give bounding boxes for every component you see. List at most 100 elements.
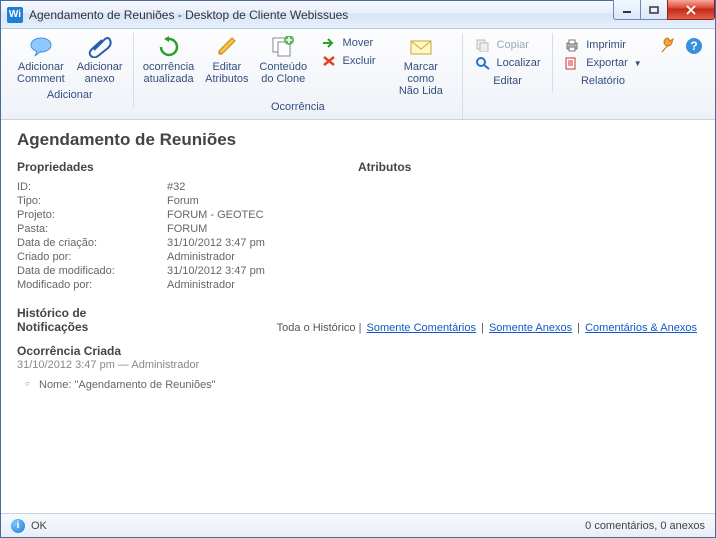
history-heading: Histórico de Notificações xyxy=(17,306,88,334)
window-controls xyxy=(614,0,715,20)
add-comment-button[interactable]: AdicionarComment xyxy=(11,33,71,87)
titlebar: Wi Agendamento de Reuniões - Desktop de … xyxy=(1,1,715,29)
attributes-heading: Atributos xyxy=(358,160,699,174)
content-area: Agendamento de Reuniões Propriedades ID:… xyxy=(1,120,715,513)
move-label: Mover xyxy=(343,37,374,49)
event-meta: 31/10/2012 3:47 pm — Administrador xyxy=(17,359,699,371)
prop-id-val: #32 xyxy=(167,181,185,193)
edit-attr-label-2: Atributos xyxy=(205,73,248,85)
filter-all: Toda o Histórico xyxy=(277,322,356,334)
magnifier-icon xyxy=(475,56,491,70)
filter-attachments-link[interactable]: Somente Anexos xyxy=(489,322,572,334)
status-counts: 0 comentários, 0 anexos xyxy=(585,520,705,532)
paperclip-icon xyxy=(88,35,112,59)
close-icon xyxy=(685,5,697,15)
clone-label-1: Conteúdo xyxy=(259,61,307,73)
group-label-ocorrencia: Ocorrência xyxy=(138,99,459,117)
toolbar-group-adicionar: AdicionarComment Adicionaranexo Adiciona… xyxy=(7,33,134,107)
copy-label: Copiar xyxy=(497,39,529,51)
refresh-issue-button[interactable]: ocorrênciaatualizada xyxy=(138,33,200,99)
add-attachment-button[interactable]: Adicionaranexo xyxy=(71,33,129,87)
close-button[interactable] xyxy=(667,0,715,20)
properties-section: Propriedades ID:#32 Tipo:Forum Projeto:F… xyxy=(17,160,358,292)
refresh-icon xyxy=(157,35,181,59)
prop-modificado-key: Data de modificado: xyxy=(17,265,167,277)
refresh-label-2: atualizada xyxy=(144,73,194,85)
status-ok: OK xyxy=(31,520,47,532)
export-icon xyxy=(564,56,580,70)
wrench-icon[interactable] xyxy=(659,37,677,55)
mark-unread-label-1: Marcar como xyxy=(404,61,438,85)
svg-text:?: ? xyxy=(690,39,697,53)
clone-button[interactable]: Conteúdodo Clone xyxy=(254,33,313,99)
clone-icon xyxy=(271,35,295,59)
clone-label-2: do Clone xyxy=(261,73,305,85)
edit-attr-label-1: Editar xyxy=(212,61,241,73)
edit-attributes-button[interactable]: EditarAtributos xyxy=(200,33,254,99)
prop-projeto-key: Projeto: xyxy=(17,209,167,221)
add-attachment-label-1: Adicionar xyxy=(77,61,123,73)
app-window: Wi Agendamento de Reuniões - Desktop de … xyxy=(0,0,716,538)
prop-pasta-val: FORUM xyxy=(167,223,207,235)
maximize-button[interactable] xyxy=(640,0,668,20)
mark-unread-button[interactable]: Marcar comoNão Lida xyxy=(384,33,459,99)
group-label-relatorio: Relatório xyxy=(557,73,649,91)
add-comment-label-2: Comment xyxy=(17,73,65,85)
export-label: Exportar xyxy=(586,57,628,69)
history-filters: Toda o Histórico | Somente Comentários |… xyxy=(277,322,699,334)
filter-comments-link[interactable]: Somente Comentários xyxy=(367,322,476,334)
toolbar-group-relatorio: Imprimir Exportar ▼ Relatório xyxy=(553,33,653,93)
delete-label: Excluir xyxy=(343,55,376,67)
find-button[interactable]: Localizar xyxy=(471,55,545,71)
maximize-icon xyxy=(649,6,659,14)
prop-id-key: ID: xyxy=(17,181,167,193)
attributes-section: Atributos xyxy=(358,160,699,292)
delete-button[interactable]: Excluir xyxy=(317,53,380,69)
print-label: Imprimir xyxy=(586,39,626,51)
group-label-editar: Editar xyxy=(467,73,548,91)
filter-both-link[interactable]: Comentários & Anexos xyxy=(585,322,697,334)
envelope-icon xyxy=(409,35,433,59)
pencil-icon xyxy=(215,35,239,59)
delete-icon xyxy=(321,54,337,68)
toolbar-group-ocorrencia: ocorrênciaatualizada EditarAtributos Con… xyxy=(134,33,464,119)
statusbar: i OK 0 comentários, 0 anexos xyxy=(1,513,715,537)
prop-tipo-val: Forum xyxy=(167,195,199,207)
minimize-icon xyxy=(622,6,632,14)
event-title: Ocorrência Criada xyxy=(17,344,699,358)
printer-icon xyxy=(564,38,580,52)
info-icon: i xyxy=(11,519,25,533)
mark-unread-label-2: Não Lida xyxy=(399,85,443,97)
toolbar: AdicionarComment Adicionaranexo Adiciona… xyxy=(1,29,715,120)
refresh-label-1: ocorrência xyxy=(143,61,194,73)
prop-pasta-key: Pasta: xyxy=(17,223,167,235)
print-button[interactable]: Imprimir xyxy=(560,37,646,53)
toolbar-right: ? xyxy=(653,33,709,55)
prop-projeto-val: FORUM - GEOTEC xyxy=(167,209,264,221)
dropdown-icon: ▼ xyxy=(634,59,642,68)
move-button[interactable]: Mover xyxy=(317,35,380,51)
minimize-button[interactable] xyxy=(613,0,641,20)
prop-modificado-val: 31/10/2012 3:47 pm xyxy=(167,265,265,277)
speech-bubble-icon xyxy=(29,35,53,59)
export-button[interactable]: Exportar ▼ xyxy=(560,55,646,71)
event-body: Nome: "Agendamento de Reuniões" xyxy=(17,379,699,391)
page-title: Agendamento de Reuniões xyxy=(17,130,699,150)
toolbar-move-delete: Mover Excluir xyxy=(313,33,384,99)
add-attachment-label-2: anexo xyxy=(85,73,115,85)
group-label-adicionar: Adicionar xyxy=(11,87,129,105)
move-icon xyxy=(321,36,337,50)
prop-criadopor-key: Criado por: xyxy=(17,251,167,263)
prop-modificadopor-val: Administrador xyxy=(167,279,235,291)
help-icon[interactable]: ? xyxy=(685,37,703,55)
toolbar-group-editar: Copiar Localizar Editar xyxy=(463,33,553,93)
app-icon: Wi xyxy=(7,7,23,23)
history-event: Ocorrência Criada 31/10/2012 3:47 pm — A… xyxy=(17,344,699,391)
prop-tipo-key: Tipo: xyxy=(17,195,167,207)
prop-modificadopor-key: Modificado por: xyxy=(17,279,167,291)
prop-criacao-val: 31/10/2012 3:47 pm xyxy=(167,237,265,249)
copy-icon xyxy=(475,38,491,52)
copy-button[interactable]: Copiar xyxy=(471,37,545,53)
add-comment-label-1: Adicionar xyxy=(18,61,64,73)
find-label: Localizar xyxy=(497,57,541,69)
